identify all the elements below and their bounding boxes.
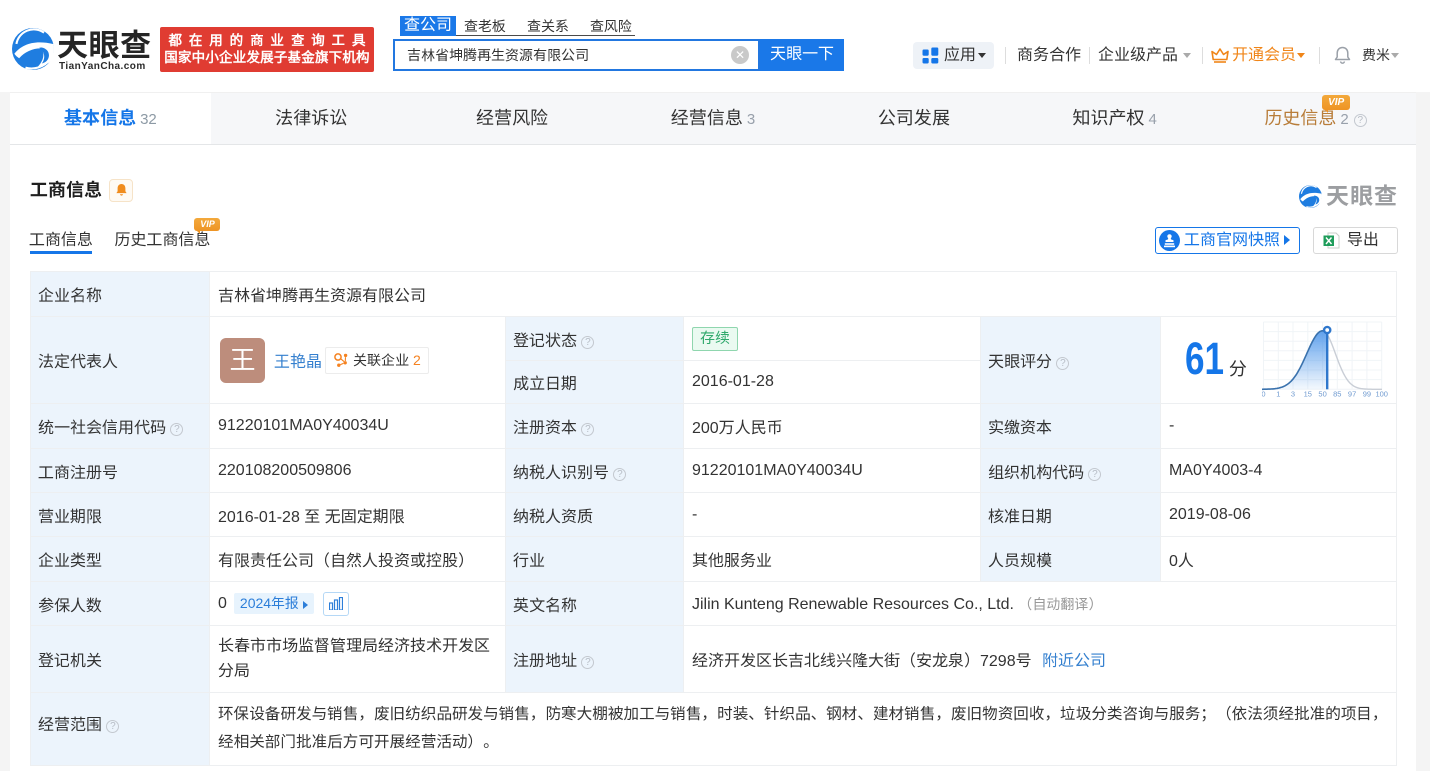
svg-text:1: 1 <box>1276 390 1280 399</box>
svg-text:3: 3 <box>1291 390 1295 399</box>
svg-text:85: 85 <box>1333 390 1341 399</box>
svg-text:15: 15 <box>1304 390 1312 399</box>
svg-text:97: 97 <box>1348 390 1356 399</box>
svg-text:50: 50 <box>1318 390 1326 399</box>
svg-text:99: 99 <box>1363 390 1371 399</box>
svg-text:100: 100 <box>1375 390 1388 399</box>
svg-text:0: 0 <box>1262 390 1266 399</box>
